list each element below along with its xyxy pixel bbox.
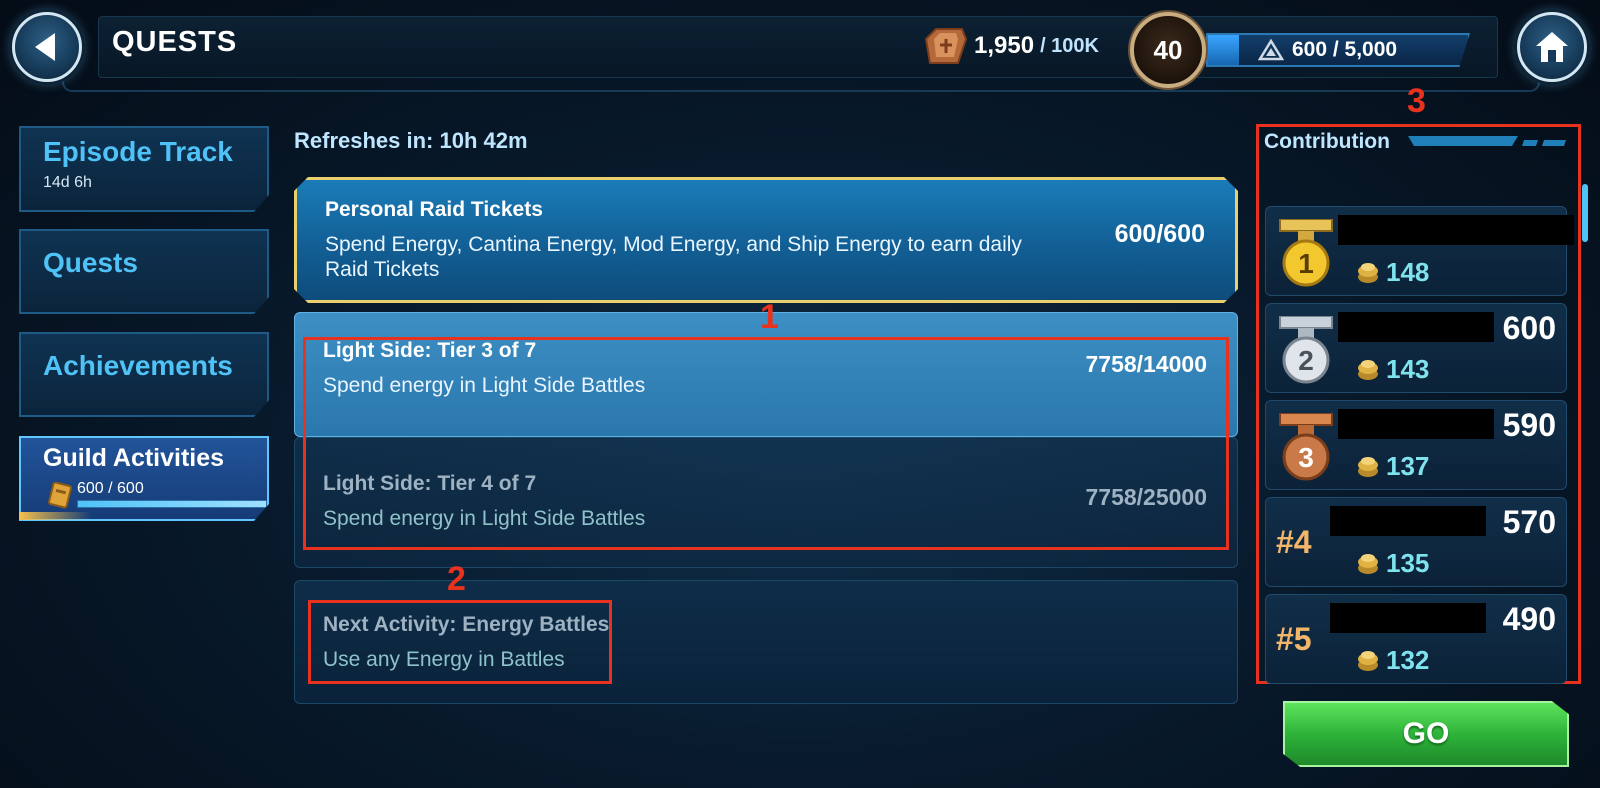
quest-title: Personal Raid Tickets	[325, 198, 543, 221]
page-title: QUESTS	[112, 26, 238, 58]
coin-icon	[1358, 360, 1378, 380]
xp-bar: 600 / 5,000	[1206, 33, 1470, 67]
nav-episode-track-label: Episode Track	[43, 136, 233, 167]
nav-quests[interactable]: Quests	[19, 229, 269, 314]
redacted-player-name	[1338, 409, 1494, 439]
annotation-number-3: 3	[1407, 82, 1426, 120]
quest-card-raid-tickets[interactable]: Personal Raid Tickets Spend Energy, Cant…	[294, 177, 1238, 303]
selected-glow	[19, 512, 91, 520]
go-button-label: GO	[1402, 717, 1450, 750]
back-arrow-icon	[35, 33, 55, 61]
currency-amount: 1,950	[974, 32, 1035, 59]
redacted-player-name	[1330, 506, 1486, 536]
svg-text:3: 3	[1298, 442, 1314, 473]
raid-currency: 1,950 / 100K	[922, 26, 1099, 66]
contribution-tokens: 148	[1386, 257, 1430, 287]
nav-achievements[interactable]: Achievements	[19, 332, 269, 417]
contribution-score: 600	[1502, 310, 1556, 346]
currency-max: / 100K	[1040, 34, 1099, 57]
gold-medal-icon: 1	[1279, 219, 1333, 287]
raid-ticket-icon	[48, 482, 72, 509]
guild-progress-fill	[78, 501, 266, 507]
svg-text:2: 2	[1298, 345, 1314, 376]
contribution-score: 590	[1502, 407, 1556, 443]
redacted-player-name	[1330, 603, 1486, 633]
coin-icon	[1358, 651, 1378, 671]
redacted-player-name	[1338, 215, 1574, 245]
back-button[interactable]	[12, 12, 82, 82]
contribution-tokens: 135	[1386, 548, 1430, 578]
nav-quests-label: Quests	[43, 247, 138, 278]
quest-progress: 600/600	[1114, 220, 1205, 248]
nav-achievements-label: Achievements	[43, 350, 233, 381]
contribution-row-2: 2 600 143	[1265, 303, 1567, 393]
annotation-number-1: 1	[760, 298, 779, 336]
raid-crate-icon	[922, 26, 968, 66]
contribution-tokens: 132	[1386, 645, 1430, 675]
player-level: 40	[1153, 34, 1183, 65]
contribution-scrollbar[interactable]	[1582, 184, 1588, 242]
contribution-row-4: #4 570 135	[1265, 497, 1567, 587]
refresh-timer: Refreshes in: 10h 42m	[294, 128, 528, 153]
annotation-box-2	[308, 600, 612, 684]
triangle-icon	[1258, 39, 1284, 61]
bronze-medal-icon: 3	[1279, 413, 1333, 481]
contribution-tokens: 143	[1386, 354, 1430, 384]
nav-episode-track[interactable]: Episode Track 14d 6h	[19, 126, 269, 212]
contribution-row-5: #5 490 132	[1265, 594, 1567, 684]
coin-icon	[1358, 554, 1378, 574]
contribution-row-3: 3 590 137	[1265, 400, 1567, 490]
go-button[interactable]: GO	[1283, 701, 1569, 767]
nav-guild-activities-label: Guild Activities	[43, 444, 225, 472]
contribution-score: 490	[1502, 601, 1556, 637]
redacted-player-name	[1338, 312, 1494, 342]
player-level-badge[interactable]: 40	[1130, 12, 1206, 88]
header-decoration	[1408, 136, 1566, 146]
contribution-row-1: 1 148	[1265, 206, 1574, 296]
home-icon	[1536, 32, 1568, 62]
contribution-tokens: 137	[1386, 451, 1430, 481]
contribution-score: 570	[1502, 504, 1556, 540]
annotation-number-2: 2	[447, 560, 466, 598]
svg-text:1: 1	[1298, 248, 1314, 279]
contribution-rank: #5	[1276, 621, 1312, 657]
home-button[interactable]	[1517, 12, 1587, 82]
quest-description: Spend Energy, Cantina Energy, Mod Energy…	[325, 233, 1022, 281]
guild-progress-text: 600 / 600	[77, 480, 144, 497]
coin-icon	[1358, 457, 1378, 477]
contribution-rank: #4	[1276, 524, 1312, 560]
contribution-title: Contribution	[1264, 130, 1390, 153]
guild-progress-bar	[77, 500, 267, 508]
nav-guild-activities[interactable]: Guild Activities 600 / 600	[19, 436, 269, 521]
xp-text: 600 / 5,000	[1292, 38, 1398, 61]
coin-icon	[1358, 263, 1378, 283]
xp-bar-fill	[1208, 35, 1240, 65]
top-bar-underline	[62, 78, 1540, 92]
nav-episode-track-timer: 14d 6h	[43, 174, 92, 191]
annotation-box-1	[303, 337, 1229, 550]
silver-medal-icon: 2	[1279, 316, 1333, 384]
